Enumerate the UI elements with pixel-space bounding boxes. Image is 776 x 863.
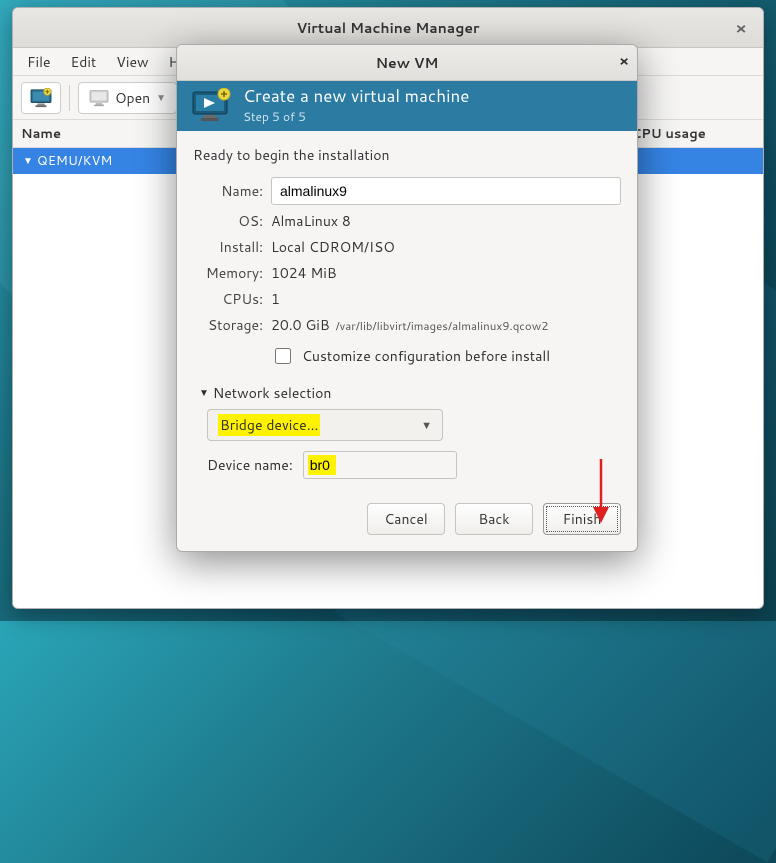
finish-button[interactable]: Finish — [543, 503, 621, 535]
menu-view[interactable]: View — [108, 50, 156, 74]
network-combo-value: Bridge device... — [218, 414, 320, 436]
caret-down-icon: ▼ — [23, 154, 33, 168]
monitor-icon — [89, 89, 109, 107]
summary-grid: Name: OS: AlmaLinux 8 Install: Local CDR… — [193, 177, 621, 335]
close-icon: × — [619, 51, 629, 71]
name-label: Name: — [193, 181, 263, 201]
new-vm-dialog: New VM × Create a new virtual machine St… — [176, 44, 638, 552]
install-value: Local CDROM/ISO — [271, 237, 621, 257]
os-label: OS: — [193, 211, 263, 231]
dialog-header-title: Create a new virtual machine — [243, 87, 469, 106]
memory-label: Memory: — [193, 263, 263, 283]
dialog-button-bar: Cancel Back Finish — [177, 503, 637, 551]
menu-file[interactable]: File — [19, 50, 59, 74]
ready-text: Ready to begin the installation — [193, 145, 621, 165]
back-button[interactable]: Back — [455, 503, 533, 535]
main-close-button[interactable]: × — [729, 16, 753, 40]
network-section-header[interactable]: ▼ Network selection — [199, 383, 621, 403]
os-value: AlmaLinux 8 — [271, 211, 621, 231]
dialog-title: New VM — [376, 53, 439, 73]
chevron-down-icon: ▼ — [156, 91, 166, 105]
cpus-value: 1 — [271, 289, 621, 309]
dialog-titlebar: New VM × — [177, 45, 637, 81]
new-vm-button[interactable] — [21, 82, 61, 114]
network-combo[interactable]: Bridge device... ▼ — [207, 409, 443, 441]
chevron-down-icon: ▼ — [421, 417, 432, 433]
dialog-body: Ready to begin the installation Name: OS… — [177, 131, 637, 503]
storage-size: 20.0 GiB — [271, 315, 330, 335]
network-section-label: Network selection — [213, 383, 332, 403]
dialog-header: Create a new virtual machine Step 5 of 5 — [177, 81, 637, 131]
close-icon: × — [735, 17, 746, 40]
caret-down-icon: ▼ — [199, 386, 209, 400]
storage-label: Storage: — [193, 315, 263, 335]
col-cpu-header[interactable]: CPU usage — [631, 125, 755, 143]
device-name-label: Device name: — [207, 455, 293, 475]
memory-value: 1024 MiB — [271, 263, 621, 283]
device-name-row: Device name: — [207, 451, 621, 479]
dialog-close-button[interactable]: × — [619, 51, 629, 71]
device-name-input[interactable] — [303, 451, 457, 479]
main-titlebar: Virtual Machine Manager × — [13, 8, 763, 48]
monitor-new-icon — [30, 88, 52, 108]
customize-checkbox[interactable] — [275, 348, 291, 364]
main-title: Virtual Machine Manager — [296, 18, 479, 38]
dialog-header-subtitle: Step 5 of 5 — [243, 108, 469, 125]
customize-label: Customize configuration before install — [302, 346, 550, 366]
cancel-button[interactable]: Cancel — [367, 503, 445, 535]
open-vm-button[interactable]: Open ▼ — [78, 82, 177, 114]
open-label: Open — [115, 88, 150, 108]
name-input[interactable] — [271, 177, 621, 205]
row-label: QEMU/KVM — [37, 152, 112, 170]
toolbar-separator — [69, 85, 70, 111]
cpus-label: CPUs: — [193, 289, 263, 309]
install-label: Install: — [193, 237, 263, 257]
customize-row: Customize configuration before install — [271, 345, 621, 367]
storage-value: 20.0 GiB /var/lib/libvirt/images/almalin… — [271, 315, 621, 335]
menu-edit[interactable]: Edit — [63, 50, 105, 74]
monitor-new-large-icon — [191, 88, 231, 124]
storage-path: /var/lib/libvirt/images/almalinux9.qcow2 — [336, 317, 549, 334]
